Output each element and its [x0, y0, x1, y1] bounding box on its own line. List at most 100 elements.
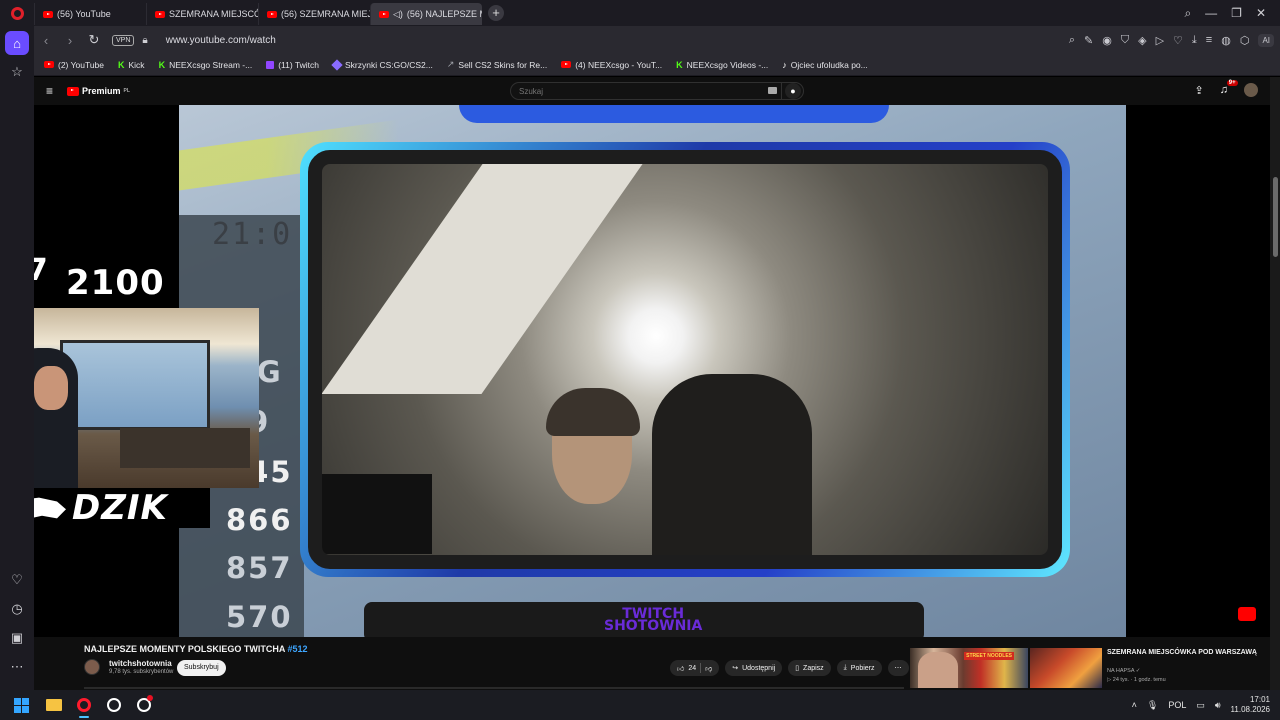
- recommended-stats-text: 24 tys. · 1 godz. temu: [1112, 677, 1166, 683]
- game-clock: 21:0: [212, 217, 293, 252]
- heart-icon[interactable]: ♡: [1173, 34, 1183, 47]
- logo-country: PL: [123, 88, 130, 94]
- bookmark-item[interactable]: (11) Twitch: [266, 60, 319, 70]
- hashtag-link[interactable]: #512: [288, 644, 308, 654]
- profile-icon[interactable]: ◍: [1221, 34, 1231, 47]
- steelseries-taskbar-button[interactable]: [99, 690, 129, 720]
- score-row: 570: [226, 600, 293, 634]
- url-field[interactable]: www.youtube.com/watch: [166, 35, 276, 46]
- share-button[interactable]: ↪ Udostępnij: [725, 660, 783, 676]
- extensions-icon[interactable]: ▣: [5, 626, 29, 650]
- vpn-badge[interactable]: VPN: [112, 34, 135, 46]
- microphone-icon[interactable]: ●: [785, 83, 801, 99]
- youtube-logo[interactable]: Premium PL: [67, 86, 130, 96]
- hamburger-icon[interactable]: ≡: [46, 84, 53, 98]
- maximize-button[interactable]: ❐: [1231, 6, 1242, 20]
- recommended-thumbnail[interactable]: STREET NOODLES: [910, 648, 1028, 688]
- tab-2[interactable]: SZEMRANA MIEJSCÓWKA: [146, 3, 258, 25]
- recommended-title[interactable]: SZEMRANA MIEJSCÓWKA POD WARSZAWĄ: [1107, 648, 1257, 657]
- tab-1[interactable]: (56) YouTube: [34, 3, 146, 25]
- channel-name[interactable]: twitchshotownia: [109, 659, 172, 668]
- bookmark-item[interactable]: Skrzynki CS:GO/CS2...: [331, 58, 433, 71]
- minimize-button[interactable]: —: [1205, 6, 1217, 20]
- youtube-header: ≡ Premium PL ⌕ ● ⇪ ♫9+: [34, 77, 1270, 105]
- chevron-up-icon[interactable]: ˄: [1132, 700, 1137, 710]
- video-player[interactable]: 21:0 MG 69 945 866 857 570 TWITCH SHOTOW…: [34, 105, 1270, 637]
- download-button[interactable]: ⤓ Pobierz: [836, 660, 882, 676]
- bookmark-item[interactable]: K Kick: [118, 60, 145, 70]
- start-button[interactable]: [14, 697, 29, 713]
- search-input[interactable]: [519, 86, 719, 96]
- zoom-icon[interactable]: ⌕: [1069, 34, 1075, 47]
- like-dislike-group: 👍︎ 24 👎︎: [670, 660, 720, 676]
- channel-avatar[interactable]: [84, 659, 100, 675]
- download-icon[interactable]: ⤓: [1192, 34, 1197, 47]
- watermark: TWITCH SHOTOWNIA: [604, 607, 703, 634]
- notification-dot: [147, 695, 153, 701]
- diamond-icon: [331, 58, 343, 71]
- reload-icon[interactable]: ↻: [82, 32, 106, 48]
- home-icon[interactable]: ⌂: [5, 31, 29, 55]
- heart-icon[interactable]: ♡: [5, 568, 29, 592]
- share-label: Udostępnij: [742, 664, 776, 672]
- recommended-thumbnail-2[interactable]: [1030, 648, 1102, 688]
- recommended-video[interactable]: STREET NOODLES SZEMRANA MIEJSCÓWKA POD W…: [910, 648, 1270, 688]
- page-scrollbar[interactable]: [1270, 77, 1280, 690]
- history-icon[interactable]: ◷: [5, 597, 29, 621]
- watermark-line: SHOTOWNIA: [604, 618, 703, 634]
- file-explorer-button[interactable]: [39, 690, 69, 720]
- speaker-icon[interactable]: ◁): [393, 9, 403, 20]
- bookmark-item[interactable]: (4) NEEXcsgo - YouT...: [561, 60, 662, 70]
- shield-icon[interactable]: ⛉: [1121, 34, 1129, 47]
- steam-taskbar-button[interactable]: [129, 690, 159, 720]
- subscribe-button[interactable]: Subskrybuj: [177, 660, 226, 676]
- search-tabs-icon[interactable]: ⌕: [1184, 6, 1191, 21]
- bookmark-item[interactable]: K NEEXcsgo Stream -...: [159, 60, 253, 70]
- opera-taskbar-button[interactable]: [69, 690, 99, 720]
- tab-label: (56) NAJLEPSZE MOM: [406, 9, 482, 19]
- menu-icon[interactable]: ≡: [1206, 34, 1212, 46]
- more-actions-button[interactable]: ⋯: [887, 660, 909, 676]
- bookmark-item[interactable]: ♪ Ojciec ufoludka po...: [782, 60, 868, 70]
- upload-icon[interactable]: ⇪: [1195, 84, 1204, 97]
- forward-icon[interactable]: ›: [58, 33, 82, 48]
- taskbar-clock[interactable]: 17:01 11.08.2026: [1231, 695, 1270, 715]
- keyboard-icon[interactable]: [768, 87, 777, 94]
- webcam-frame: [300, 142, 1070, 577]
- verified-icon: ✓: [1135, 668, 1141, 674]
- tab-3[interactable]: (56) SZEMRANA MIEJSCÓ: [258, 3, 370, 25]
- bookmark-item[interactable]: K NEEXcsgo Videos -...: [676, 60, 768, 70]
- bell-icon[interactable]: ♫ 9+: [1220, 80, 1238, 96]
- like-count[interactable]: 24: [688, 665, 696, 672]
- scrollbar-thumb[interactable]: [1272, 177, 1278, 257]
- opera-menu-button[interactable]: [0, 0, 34, 26]
- edit-icon[interactable]: ✎: [1084, 34, 1093, 47]
- avatar[interactable]: [1244, 83, 1258, 97]
- dislike-icon[interactable]: 👎︎: [705, 664, 712, 673]
- boar-icon: [34, 497, 66, 520]
- save-button[interactable]: ▯ Zapisz: [788, 660, 831, 676]
- microphone-icon[interactable]: 🎙︎: [1147, 700, 1158, 711]
- tab-4-active[interactable]: ◁)(56) NAJLEPSZE MOM: [370, 3, 482, 25]
- new-tab-button[interactable]: +: [488, 5, 504, 21]
- bookmark-item[interactable]: (2) YouTube: [44, 60, 104, 70]
- download-icon: ⤓: [843, 664, 847, 671]
- back-icon[interactable]: ‹: [34, 33, 58, 48]
- like-icon[interactable]: 👍︎: [677, 664, 684, 673]
- more-icon[interactable]: ⋯: [5, 655, 29, 679]
- close-button[interactable]: ✕: [1256, 6, 1266, 20]
- language-indicator[interactable]: POL: [1168, 700, 1186, 710]
- brand-label: DZIK: [72, 488, 168, 528]
- volume-icon[interactable]: 🔊︎: [1215, 700, 1221, 711]
- score-row: 857: [226, 551, 293, 585]
- lock-icon[interactable]: 🔒︎: [142, 35, 147, 46]
- palette-icon[interactable]: ◈: [1138, 34, 1146, 47]
- recommended-channel[interactable]: NA HAPSA ✓: [1107, 668, 1140, 674]
- star-icon[interactable]: ☆: [5, 60, 29, 84]
- play-icon[interactable]: ▷: [1156, 34, 1164, 47]
- camera-icon[interactable]: ◉: [1102, 34, 1112, 47]
- bookmark-item[interactable]: ↗ Sell CS2 Skins for Re...: [447, 59, 547, 70]
- aria-ai-button[interactable]: AI: [1258, 33, 1274, 47]
- network-icon[interactable]: ▭: [1196, 700, 1205, 711]
- cube-icon[interactable]: ⬡: [1240, 34, 1250, 47]
